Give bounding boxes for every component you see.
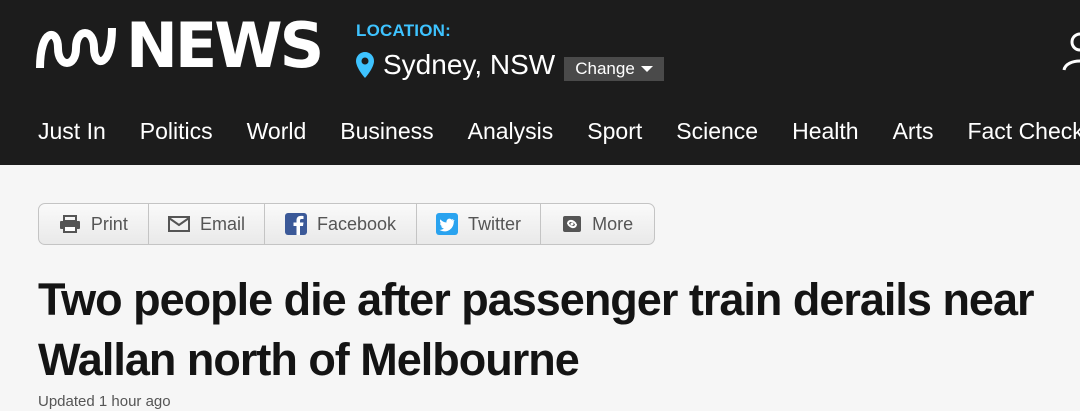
nav-item-science[interactable]: Science xyxy=(676,116,758,146)
nav-item-analysis[interactable]: Analysis xyxy=(468,116,554,146)
twitter-button[interactable]: Twitter xyxy=(417,204,542,244)
nav-item-sport[interactable]: Sport xyxy=(587,116,642,146)
site-header: NEWS LOCATION: Sydney, NSW Change Just I… xyxy=(0,0,1080,165)
facebook-button[interactable]: Facebook xyxy=(265,204,417,244)
abc-news-logo[interactable]: NEWS xyxy=(34,9,324,82)
print-button[interactable]: Print xyxy=(39,204,149,244)
nav-item-just-in[interactable]: Just In xyxy=(38,116,106,146)
nav-item-health[interactable]: Health xyxy=(792,116,858,146)
facebook-label: Facebook xyxy=(316,213,397,234)
printer-icon xyxy=(59,215,80,233)
main-nav: Just In Politics World Business Analysis… xyxy=(38,116,1080,146)
nav-item-politics[interactable]: Politics xyxy=(140,116,213,146)
abc-logo-icon xyxy=(36,27,116,69)
nav-item-arts[interactable]: Arts xyxy=(893,116,934,146)
nav-item-world[interactable]: World xyxy=(247,116,307,146)
more-share-icon xyxy=(563,216,582,232)
more-button[interactable]: More xyxy=(541,204,654,244)
change-label: Change xyxy=(575,59,635,78)
twitter-icon xyxy=(436,213,459,235)
share-toolbar: Print Email Facebook Twitter More xyxy=(38,203,655,245)
facebook-icon xyxy=(284,213,307,235)
caret-down-icon xyxy=(640,66,653,72)
user-icon[interactable] xyxy=(1062,32,1080,72)
location-selector: Sydney, NSW xyxy=(356,48,555,82)
logo-text: NEWS xyxy=(126,9,324,82)
location-pin-icon xyxy=(356,52,374,78)
nav-item-fact-check[interactable]: Fact Check xyxy=(967,116,1080,146)
location-city: Sydney, NSW xyxy=(383,49,556,80)
email-label: Email xyxy=(199,213,245,234)
envelope-icon xyxy=(167,216,190,232)
article-headline: Two people die after passenger train der… xyxy=(38,274,1035,385)
article-updated-time: Updated 1 hour ago xyxy=(38,393,171,410)
nav-item-business[interactable]: Business xyxy=(340,116,433,146)
twitter-label: Twitter xyxy=(468,213,522,234)
more-label: More xyxy=(592,213,634,234)
location-label: LOCATION: xyxy=(356,21,451,40)
print-label: Print xyxy=(90,213,128,234)
change-location-button[interactable]: Change xyxy=(564,57,664,81)
email-button[interactable]: Email xyxy=(149,204,266,244)
